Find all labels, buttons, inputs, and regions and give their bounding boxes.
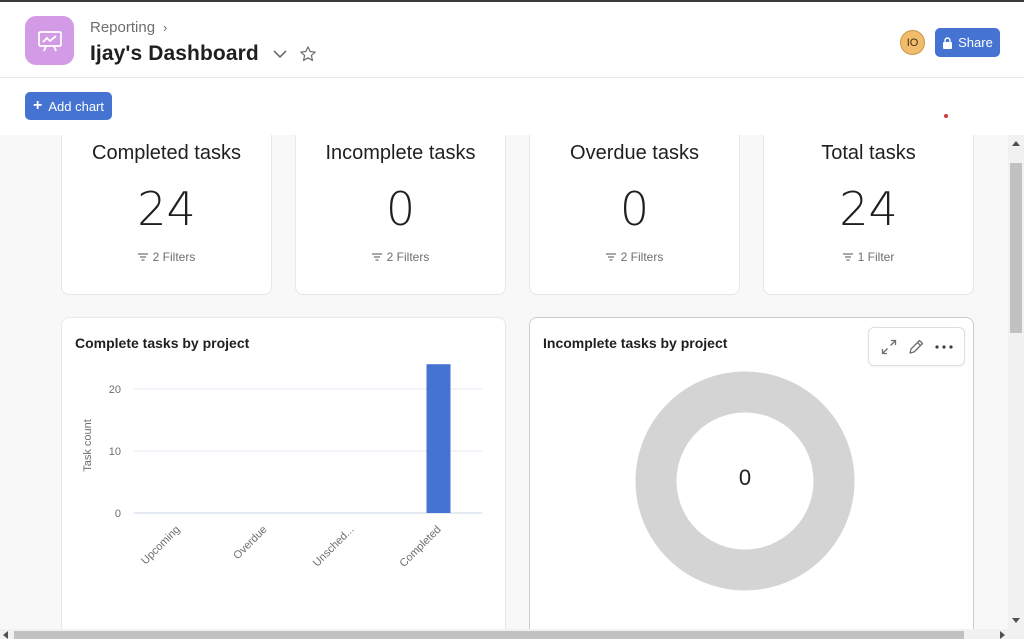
vertical-scrollbar[interactable] (1008, 135, 1024, 629)
filter-icon (605, 253, 616, 261)
filters-label: 1 Filter (857, 250, 895, 264)
donut-center-value: 0 (738, 465, 752, 490)
lock-icon (943, 36, 953, 49)
bar-chart: 0 10 20 Task count Upcoming Overdue Unsched...… (82, 364, 482, 570)
chart-toolbar (868, 327, 965, 366)
more-icon[interactable] (935, 338, 953, 356)
star-icon[interactable] (299, 45, 317, 63)
notification-dot (944, 114, 948, 118)
filters-label: 2 Filters (386, 250, 430, 264)
scrollbar-thumb[interactable] (1010, 163, 1022, 333)
share-label: Share (958, 35, 993, 50)
x-tick-label: Overdue (231, 524, 269, 562)
stat-value: 0 (619, 182, 650, 236)
filter-icon (371, 253, 382, 261)
scroll-down-arrow-icon[interactable] (1012, 618, 1020, 623)
stat-label: Total tasks (821, 142, 916, 164)
add-chart-label: Add chart (48, 98, 104, 114)
presentation-icon[interactable] (25, 16, 74, 65)
stat-label: Completed tasks (92, 142, 241, 164)
stat-label: Overdue tasks (570, 142, 699, 164)
plus-icon: + (33, 97, 43, 114)
y-axis-label: Task count (82, 419, 94, 472)
stat-filters[interactable]: 2 Filters (296, 250, 505, 264)
y-tick-label: 0 (115, 508, 121, 520)
stat-card-overdue[interactable]: Overdue tasks 0 2 Filters (529, 135, 740, 295)
chevron-down-icon[interactable] (271, 45, 289, 63)
stat-card-completed[interactable]: Completed tasks 24 2 Filters (61, 135, 272, 295)
chart-card-complete[interactable]: Complete tasks by project 0 10 20 Task coun… (61, 317, 506, 629)
filters-label: 2 Filters (620, 250, 664, 264)
chevron-right-icon: › (163, 20, 168, 35)
filter-icon (137, 253, 148, 261)
y-tick-label: 10 (109, 446, 121, 458)
stat-value: 24 (137, 182, 196, 236)
chart-card-incomplete[interactable]: Incomplete tasks by project 0 (529, 317, 974, 629)
dashboard-content: Completed tasks 24 2 Filters Incomplete … (0, 135, 1008, 629)
expand-icon[interactable] (880, 338, 898, 356)
toolbar: + Add chart (0, 78, 1024, 135)
breadcrumb-reporting[interactable]: Reporting (90, 19, 155, 36)
breadcrumb[interactable]: Reporting › (90, 19, 167, 36)
x-tick-label: Completed (398, 524, 444, 570)
avatar[interactable]: IO (900, 30, 925, 55)
stat-value: 0 (385, 182, 416, 236)
share-button[interactable]: Share (935, 28, 1000, 57)
stat-card-total[interactable]: Total tasks 24 1 Filter (763, 135, 974, 295)
page-header: Reporting › Ijay's Dashboard IO Share (0, 4, 1024, 78)
pencil-icon[interactable] (907, 338, 925, 356)
stat-filters[interactable]: 1 Filter (764, 250, 973, 264)
stat-filters[interactable]: 2 Filters (62, 250, 271, 264)
page-title: Ijay's Dashboard (90, 42, 259, 65)
stat-card-incomplete[interactable]: Incomplete tasks 0 2 Filters (295, 135, 506, 295)
bar (426, 364, 451, 513)
scroll-right-arrow-icon[interactable] (1000, 631, 1005, 639)
filters-label: 2 Filters (152, 250, 196, 264)
stat-filters[interactable]: 2 Filters (530, 250, 739, 264)
stat-value: 24 (839, 182, 898, 236)
scrollbar-thumb[interactable] (14, 631, 964, 639)
chart-title: Incomplete tasks by project (543, 335, 728, 351)
horizontal-scrollbar[interactable] (0, 629, 1024, 639)
chart-title: Complete tasks by project (75, 335, 250, 351)
stat-label: Incomplete tasks (325, 142, 476, 164)
y-tick-label: 20 (109, 384, 121, 396)
x-tick-label: Unsched... (311, 524, 357, 570)
scroll-left-arrow-icon[interactable] (3, 631, 8, 639)
add-chart-button[interactable]: + Add chart (25, 92, 112, 120)
x-tick-label: Upcoming (139, 524, 183, 568)
filter-icon (842, 253, 853, 261)
scroll-up-arrow-icon[interactable] (1012, 141, 1020, 146)
